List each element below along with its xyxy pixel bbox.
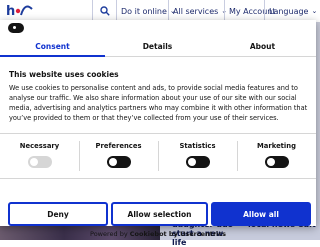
setting-label: Statistics [179,142,216,150]
powered-by-label: Powered by [90,230,130,238]
logo-text: h [6,4,15,19]
statistics-toggle[interactable] [185,156,210,168]
tab-label: About [249,41,276,51]
nav-all-services[interactable]: All services ⌄ [168,0,227,22]
dialog-title: This website uses cookies [9,70,119,79]
cookiebot-link[interactable]: Cookiebot by Usercentrics [130,230,226,238]
powered-by-footer: Powered by Cookiebot by Usercentrics [0,230,316,238]
search-button[interactable] [92,0,116,22]
site-logo[interactable]: h [6,1,36,21]
setting-label: Marketing [257,142,296,150]
setting-label: Necessary [19,142,60,150]
active-tab-indicator [0,55,105,57]
nav-do-it-online[interactable]: Do it online ⌄ [116,0,176,22]
allow-all-button[interactable]: Allow all [211,202,311,226]
setting-necessary: Necessary [0,138,79,178]
logo-swoosh [20,5,33,16]
setting-label: Preferences [95,142,142,150]
preferences-toggle[interactable] [106,156,131,168]
tab-details[interactable]: Details [105,36,210,56]
setting-preferences: Preferences [79,138,158,178]
dialog-body-text: We use cookies to personalise content an… [9,84,308,122]
marketing-toggle[interactable] [264,156,289,168]
setting-statistics: Statistics [158,138,237,178]
tab-consent[interactable]: Consent [0,36,105,57]
allow-selection-button[interactable]: Allow selection [111,202,208,226]
cookie-consent-dialog: Consent Details About This website uses … [0,20,316,238]
cookiebot-logo-icon [8,23,24,33]
nav-label: Language [269,6,309,16]
tab-label: Details [142,41,173,51]
search-icon [99,6,110,16]
necessary-toggle [27,156,52,168]
logo-dot [15,8,21,14]
nav-language[interactable]: Language ⌄ [264,0,320,22]
nav-label: All services [173,6,219,16]
nav-my-account[interactable]: My Account [224,0,275,22]
tab-about[interactable]: About [210,36,315,56]
chevron-down-icon: ⌄ [311,7,318,15]
nav-label: Do it online [121,6,167,16]
divider [0,133,316,134]
setting-marketing: Marketing [237,138,316,178]
dialog-tabs: Consent Details About [0,36,316,57]
divider [0,178,316,179]
tab-label: Consent [35,41,70,51]
deny-button[interactable]: Deny [8,202,108,226]
